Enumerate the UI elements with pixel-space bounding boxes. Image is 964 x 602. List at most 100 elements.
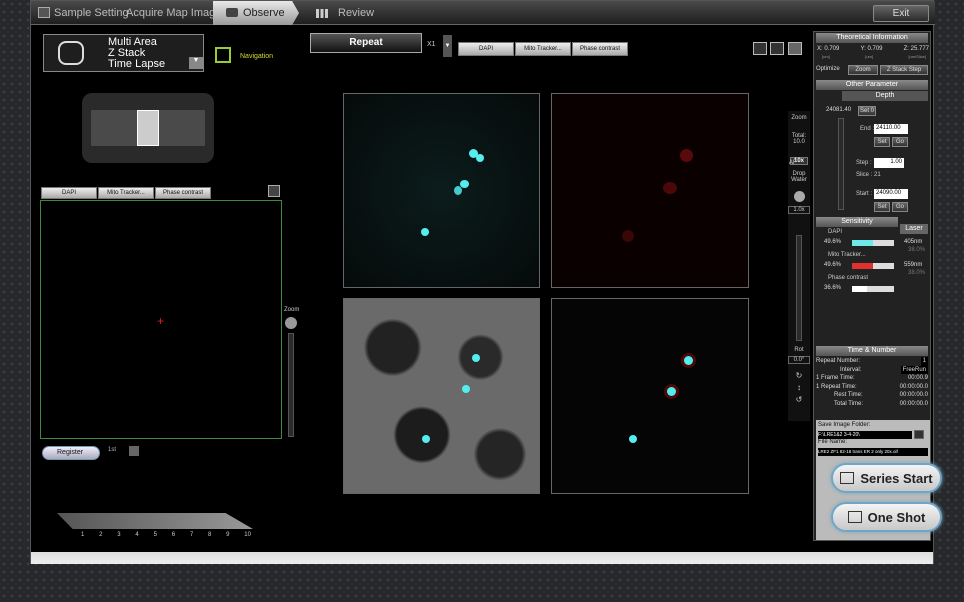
tab-sample-setting[interactable]: Sample Setting bbox=[54, 1, 129, 25]
camera-icon bbox=[226, 8, 238, 17]
end-label: End : bbox=[860, 126, 875, 132]
left-zoom-slider[interactable] bbox=[288, 333, 294, 437]
mode-dropdown-icon[interactable]: ▼ bbox=[189, 57, 203, 69]
left-channel-tab-mito[interactable]: Mito Tracker... bbox=[98, 187, 154, 199]
phase-name: Phase contrast bbox=[828, 275, 869, 281]
total-time-label: Total Time: bbox=[834, 400, 864, 407]
zoom-label: Zoom bbox=[791, 115, 807, 121]
register-dropdown-icon[interactable] bbox=[129, 446, 139, 456]
series-start-button[interactable]: Series Start bbox=[831, 463, 942, 493]
start-field[interactable]: 24090.00 bbox=[874, 189, 908, 199]
navigation-icon[interactable] bbox=[215, 47, 231, 63]
total-time: 00:00:00.0 bbox=[899, 400, 928, 407]
one-shot-button[interactable]: One Shot bbox=[831, 502, 942, 532]
image-mito[interactable] bbox=[551, 93, 749, 288]
app-window: Sample Setting Acquire Map Image Observe… bbox=[30, 0, 942, 564]
tab-acquire-map-image[interactable]: Acquire Map Image bbox=[126, 1, 221, 25]
set0-button[interactable]: Set 0 bbox=[858, 106, 876, 116]
position-scale bbox=[57, 513, 253, 529]
layout-grid-icon[interactable] bbox=[770, 42, 784, 55]
optimize-zoom-button[interactable]: Zoom bbox=[848, 65, 878, 75]
optimize-label: Optimize bbox=[816, 66, 840, 72]
interval-value[interactable]: FreeRun bbox=[900, 365, 928, 375]
save-folder-field[interactable]: F:\LRE1&2 3-4-20\ bbox=[818, 431, 912, 439]
start-set-button[interactable]: Set bbox=[874, 202, 890, 212]
mito-fill bbox=[852, 263, 873, 269]
theo-x: X: 0.709 bbox=[817, 46, 840, 52]
image-overlay[interactable] bbox=[551, 298, 749, 494]
status-strip bbox=[31, 552, 933, 564]
file-name-field[interactable]: LRE2 ZF1 82-18 trans ER 2 only 20x.oif bbox=[818, 448, 928, 456]
zoom-knob[interactable] bbox=[793, 191, 805, 202]
time-header: Time & Number bbox=[816, 346, 928, 356]
optimize-zstep-button[interactable]: Z Stack Step bbox=[880, 65, 928, 75]
crosshair-marker: + bbox=[157, 314, 165, 328]
time-table: Repeat Number: 1 Interval: FreeRun 1 Frame… bbox=[816, 357, 928, 409]
end-go-button[interactable]: Go bbox=[892, 137, 908, 147]
exit-button[interactable]: Exit bbox=[873, 5, 929, 22]
end-set-button[interactable]: Set bbox=[874, 137, 890, 147]
repeat-number[interactable]: 1 bbox=[920, 357, 928, 366]
top-tab-bar: Sample Setting Acquire Map Image Observe… bbox=[31, 1, 935, 25]
depth-slider[interactable] bbox=[838, 118, 844, 210]
step-label: Step : bbox=[856, 160, 872, 166]
zoom-column-slider[interactable] bbox=[796, 235, 802, 341]
one-shot-label: One Shot bbox=[867, 509, 926, 525]
series-icon bbox=[840, 472, 855, 484]
tab-review[interactable]: Review bbox=[338, 1, 374, 25]
dapi-name: DAPI bbox=[828, 229, 843, 235]
mode-selector[interactable]: Multi Area Z Stack Time Lapse ▼ bbox=[43, 34, 204, 72]
left-channel-tab-phase[interactable]: Phase contrast bbox=[155, 187, 211, 199]
multi-area-icon bbox=[58, 41, 84, 65]
dapi-laser-nm: 405nm bbox=[904, 239, 923, 245]
theo-header: Theoretical Information bbox=[816, 33, 928, 43]
navigation-thumbnail[interactable] bbox=[82, 93, 214, 163]
theo-unit-z: [um/Slice] bbox=[908, 54, 926, 59]
channel-tab-dapi[interactable]: DAPI bbox=[458, 42, 514, 56]
left-zoom-knob[interactable] bbox=[285, 317, 297, 329]
repeat-dropdown-icon[interactable]: ▼ bbox=[443, 35, 452, 57]
sensitivity-ch-mito: Mito Tracker... 49.6% 559nm 38.0% bbox=[818, 252, 928, 276]
left-channel-tab-dapi[interactable]: DAPI bbox=[41, 187, 97, 199]
frame-time: 00:00.9 bbox=[907, 375, 928, 382]
live-view-canvas[interactable]: + bbox=[40, 200, 282, 439]
rot-value: 0.0° bbox=[788, 356, 810, 364]
register-button[interactable]: Register bbox=[42, 446, 100, 460]
rest-time: 00:00:00.0 bbox=[899, 392, 928, 399]
save-icon[interactable] bbox=[268, 185, 280, 197]
layout-view-icon[interactable] bbox=[788, 42, 802, 55]
end-field[interactable]: 24110.00 bbox=[874, 124, 908, 134]
folder-browse-icon[interactable] bbox=[914, 430, 924, 439]
repeat-time: 00:00:00.0 bbox=[899, 383, 928, 390]
water-label: Water bbox=[791, 177, 807, 183]
repeat-time-label: 1 Repeat Time: bbox=[816, 383, 857, 390]
rotate-icons[interactable]: ↻ ↕ ↺ bbox=[788, 370, 810, 406]
image-dapi[interactable] bbox=[343, 93, 540, 288]
channel-tab-mito[interactable]: Mito Tracker... bbox=[515, 42, 571, 56]
sensitivity-ch-phase: Phase contrast 36.6% bbox=[818, 275, 928, 299]
start-label: Start : bbox=[856, 191, 873, 197]
frame-time-label: 1 Frame Time: bbox=[816, 375, 855, 382]
sample-setting-icon bbox=[38, 7, 50, 18]
phase-pct: 36.6% bbox=[824, 285, 842, 291]
theo-y: Y: 0.709 bbox=[860, 46, 883, 52]
dapi-pct: 49.6% bbox=[824, 239, 842, 245]
repeat-number-label: Repeat Number: bbox=[816, 358, 861, 364]
af-label[interactable]: AF bbox=[789, 160, 797, 166]
tab-observe-label: Observe bbox=[243, 7, 285, 19]
one-shot-icon bbox=[847, 511, 862, 523]
grid-icon bbox=[316, 9, 328, 18]
repeat-button[interactable]: Repeat bbox=[310, 33, 422, 53]
theo-z: Z: 25.777 bbox=[903, 46, 929, 52]
interval-label: Interval: bbox=[840, 366, 862, 373]
step-field[interactable]: 1.00 bbox=[874, 158, 904, 168]
channel-tab-phase[interactable]: Phase contrast bbox=[572, 42, 628, 56]
mito-laser-nm: 559nm bbox=[904, 262, 923, 268]
image-phase-contrast[interactable] bbox=[343, 298, 540, 494]
theo-unit-x: [um] bbox=[822, 54, 830, 59]
start-go-button[interactable]: Go bbox=[892, 202, 908, 212]
depth-current: 24081.40 bbox=[826, 107, 852, 113]
nav-position-marker bbox=[137, 110, 159, 146]
layout-single-icon[interactable] bbox=[753, 42, 767, 55]
rest-time-label: Rest Time: bbox=[834, 392, 863, 399]
